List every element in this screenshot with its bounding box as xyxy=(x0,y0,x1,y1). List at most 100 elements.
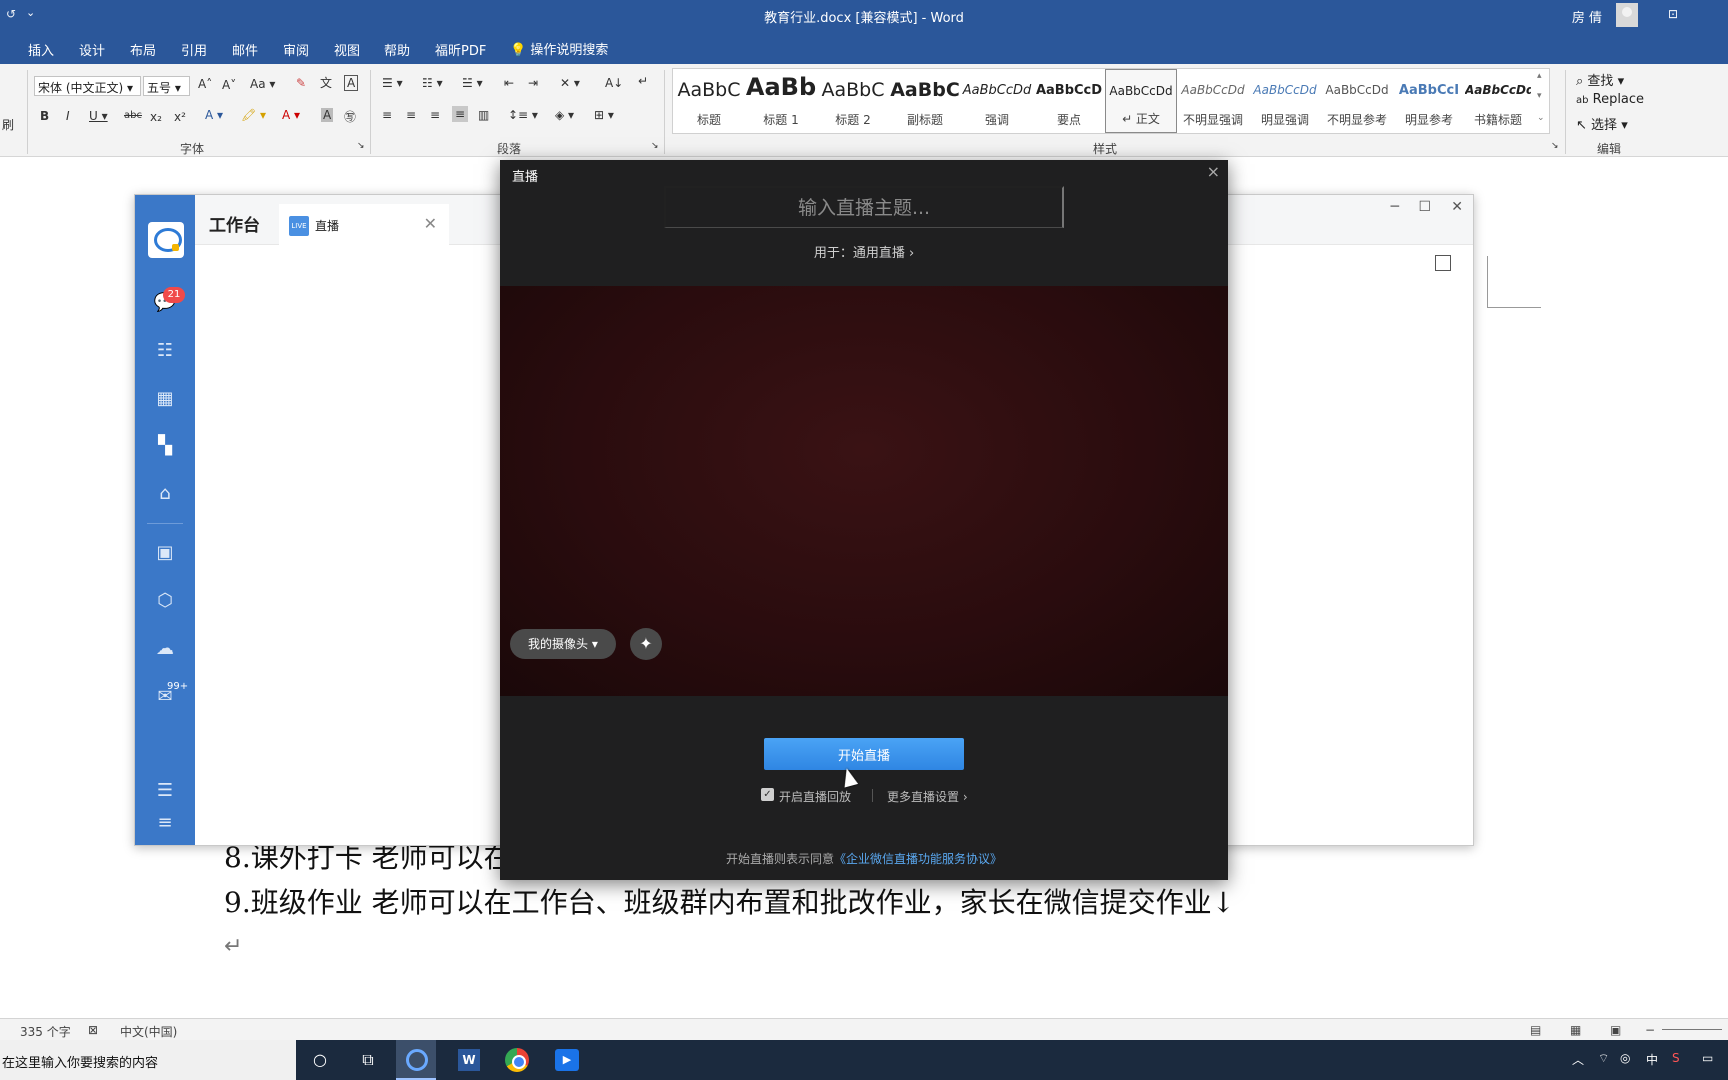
sort-icon[interactable]: A↓ xyxy=(605,76,623,90)
multilevel-list-icon[interactable]: ☱ ▾ xyxy=(462,76,483,90)
minimize-icon[interactable]: ─ xyxy=(1391,199,1399,215)
tab-review[interactable]: 审阅 xyxy=(283,40,309,59)
live-topic-input[interactable] xyxy=(664,186,1064,228)
styles-more-icon[interactable]: ⌄ xyxy=(1537,113,1545,123)
character-border-icon[interactable]: A xyxy=(344,75,359,91)
user-avatar-icon[interactable] xyxy=(1616,3,1638,27)
character-shading-icon[interactable]: A xyxy=(321,108,334,122)
font-name-box[interactable]: 宋体 (中文正文) ▾ xyxy=(34,76,141,96)
decrease-indent-icon[interactable]: ⇤ xyxy=(504,76,514,90)
distributed-icon[interactable]: ▥ xyxy=(478,108,489,122)
word-count[interactable]: 335 个字 xyxy=(20,1023,71,1040)
live-purpose-selector[interactable]: 用于：通用直播 › xyxy=(500,242,1228,261)
web-layout-icon[interactable]: ▣ xyxy=(1610,1023,1621,1037)
enclose-characters-icon[interactable]: ㊢ xyxy=(344,108,356,125)
tray-wecom-icon[interactable]: ◎ xyxy=(1620,1051,1630,1065)
notification-icon[interactable]: ▭ xyxy=(1702,1051,1713,1065)
style-intense-reference[interactable]: AaBbCcI 明显参考 xyxy=(1393,69,1465,133)
menu-icon[interactable]: ≡ xyxy=(153,811,177,835)
wecom-logo-icon[interactable] xyxy=(148,222,184,258)
replay-label[interactable]: 开启直播回放 xyxy=(779,788,851,805)
network-icon[interactable]: ⌔ xyxy=(1598,1051,1609,1066)
tab-view[interactable]: 视图 xyxy=(334,40,360,59)
style-strong[interactable]: AaBbCcD 要点 xyxy=(1033,69,1105,133)
print-layout-icon[interactable]: ▦ xyxy=(1570,1023,1581,1037)
justify-icon[interactable]: ≡ xyxy=(452,106,469,122)
settings-sliders-icon[interactable]: ☰ xyxy=(153,779,177,803)
font-size-box[interactable]: 五号 ▾ xyxy=(143,76,190,96)
style-subtle-reference[interactable]: AaBbCcDd 不明显参考 xyxy=(1321,69,1393,133)
style-title[interactable]: AaBbC 标题 xyxy=(673,69,745,133)
increase-indent-icon[interactable]: ⇥ xyxy=(528,76,538,90)
cube-icon[interactable]: ⬡ xyxy=(153,589,177,613)
style-book-title[interactable]: AaBbCcDd 书籍标题 xyxy=(1465,69,1531,133)
more-live-settings-link[interactable]: 更多直播设置 › xyxy=(887,788,968,805)
text-effects-icon[interactable]: A ▾ xyxy=(205,108,223,122)
taskbar-meeting[interactable]: ▶ xyxy=(546,1040,586,1080)
strikethrough-button[interactable]: abc xyxy=(124,110,142,121)
align-center-icon[interactable]: ≡ xyxy=(406,108,416,122)
style-subtle-emphasis[interactable]: AaBbCcDd 不明显强调 xyxy=(1177,69,1249,133)
docs-icon[interactable]: ▣ xyxy=(153,541,177,565)
task-view-icon[interactable]: ⧉ xyxy=(354,1046,382,1074)
align-left-icon[interactable]: ≡ xyxy=(382,108,392,122)
zoom-slider[interactable] xyxy=(1662,1029,1722,1030)
zoom-out-icon[interactable]: − xyxy=(1645,1023,1655,1037)
tray-expand-icon[interactable]: ︿ xyxy=(1572,1051,1584,1068)
document-line-9[interactable]: 9.班级作业 老师可以在工作台、班级群内布置和批改作业，家长在微信提交作业↓ xyxy=(224,881,1235,921)
tell-me-search[interactable]: 💡 操作说明搜索 xyxy=(510,39,608,58)
style-heading-1[interactable]: AaBb 标题 1 xyxy=(745,69,817,133)
show-marks-icon[interactable]: ↵ xyxy=(638,74,648,88)
tab-live[interactable]: LIVE 直播 ✕ xyxy=(279,204,449,245)
find-button[interactable]: ⌕ 查找 ▾ xyxy=(1576,70,1624,89)
tab-design[interactable]: 设计 xyxy=(79,40,105,59)
italic-button[interactable]: I xyxy=(66,109,70,123)
camera-select-button[interactable]: 我的摄像头 ▾ xyxy=(510,629,616,659)
window-close-icon[interactable]: ✕ xyxy=(1451,199,1463,215)
ime-indicator[interactable]: 中 xyxy=(1646,1051,1658,1068)
shrink-font-icon[interactable]: A˅ xyxy=(222,78,236,92)
taskbar-search-box[interactable]: 在这里输入你要搜索的内容 xyxy=(0,1040,296,1080)
taskbar-chrome[interactable] xyxy=(496,1040,536,1080)
line-spacing-icon[interactable]: ↕≡ ▾ xyxy=(508,108,538,122)
style-emphasis[interactable]: AaBbCcDd 强调 xyxy=(961,69,1033,133)
asian-layout-icon[interactable]: ✕ ▾ xyxy=(560,76,580,90)
proofing-icon[interactable]: ⊠ xyxy=(88,1023,98,1037)
maximize-icon[interactable]: ☐ xyxy=(1418,199,1431,215)
format-painter-fragment[interactable]: 刷 xyxy=(2,116,14,133)
numbering-icon[interactable]: ☷ ▾ xyxy=(422,76,443,90)
pop-out-icon[interactable] xyxy=(1435,255,1451,271)
agreement-link[interactable]: 《企业微信直播功能服务协议》 xyxy=(834,852,1002,866)
tab-help[interactable]: 帮助 xyxy=(384,40,410,59)
home-icon[interactable]: ⌂ xyxy=(153,482,177,506)
style-normal[interactable]: AaBbCcDd ↵ 正文 xyxy=(1105,69,1177,133)
tab-references[interactable]: 引用 xyxy=(181,40,207,59)
change-case-icon[interactable]: Aa ▾ xyxy=(250,77,275,91)
font-dialog-launcher-icon[interactable]: ↘ xyxy=(357,141,365,151)
taskbar-word[interactable]: W xyxy=(448,1040,488,1080)
tab-layout[interactable]: 布局 xyxy=(130,40,156,59)
language-indicator[interactable]: 中文(中国) xyxy=(120,1023,177,1040)
styles-scroll-down-icon[interactable]: ▾ xyxy=(1537,91,1542,101)
contacts-icon[interactable]: ☷ xyxy=(153,339,177,363)
style-subtitle[interactable]: AaBbC 副标题 xyxy=(889,69,961,133)
subscript-button[interactable]: x₂ xyxy=(150,110,162,124)
tab-mailings[interactable]: 邮件 xyxy=(232,40,258,59)
replay-checkbox[interactable]: ✓ xyxy=(761,788,774,801)
taskbar-wecom[interactable] xyxy=(396,1040,436,1080)
bold-button[interactable]: B xyxy=(40,109,49,123)
shading-icon[interactable]: ◈ ▾ xyxy=(555,108,574,122)
replace-button[interactable]: ab Replace xyxy=(1576,92,1644,107)
cortana-icon[interactable]: ○ xyxy=(306,1046,334,1074)
grow-font-icon[interactable]: A˄ xyxy=(198,77,212,91)
tab-insert[interactable]: 插入 xyxy=(28,40,54,59)
dialog-close-icon[interactable]: × xyxy=(1207,162,1220,181)
clear-format-icon[interactable]: ✎ xyxy=(296,76,306,90)
select-button[interactable]: ↖ 选择 ▾ xyxy=(1576,114,1628,133)
sogou-ime-icon[interactable]: S xyxy=(1672,1051,1680,1065)
align-right-icon[interactable]: ≡ xyxy=(430,108,440,122)
bullets-icon[interactable]: ☰ ▾ xyxy=(382,76,403,90)
borders-icon[interactable]: ⊞ ▾ xyxy=(594,108,614,122)
calendar-icon[interactable]: ▦ xyxy=(153,387,177,411)
user-name[interactable]: 房 倩 xyxy=(1572,7,1602,26)
